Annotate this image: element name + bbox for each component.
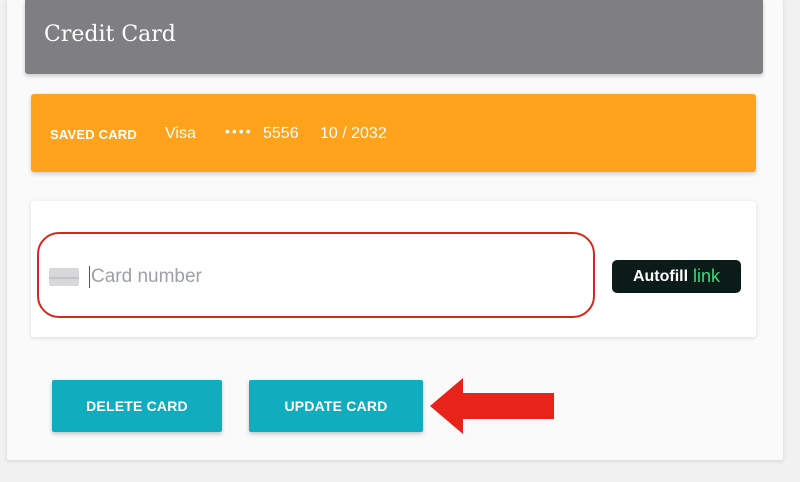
saved-card-last4: 5556 <box>263 125 299 142</box>
card-icon-stripe <box>49 277 79 279</box>
saved-card-masked-dots: •••• <box>225 123 253 139</box>
card-icon <box>49 268 79 286</box>
update-card-button[interactable]: UPDATE CARD <box>249 380 423 432</box>
saved-card-brand: Visa <box>165 125 196 142</box>
page-title: Credit Card <box>44 22 176 47</box>
arrow-left-icon <box>430 378 554 434</box>
delete-card-button[interactable]: DELETE CARD <box>52 380 222 432</box>
saved-card-label: SAVED CARD <box>50 127 137 142</box>
arrow-left-shape <box>430 378 554 434</box>
header-bar: Credit Card <box>25 0 763 74</box>
text-caret <box>89 266 90 288</box>
card-number-field[interactable]: Card number <box>37 232 595 318</box>
link-logo-text: link <box>693 266 721 286</box>
card-number-placeholder: Card number <box>91 266 202 287</box>
card-input-container: Card number Autofill link <box>31 201 756 337</box>
saved-card-expiry: 10 / 2032 <box>320 125 387 142</box>
autofill-label: Autofill <box>632 267 689 285</box>
autofill-link-button[interactable]: Autofill link <box>612 260 741 293</box>
saved-card-banner: SAVED CARD Visa •••• 5556 10 / 2032 <box>31 94 756 172</box>
